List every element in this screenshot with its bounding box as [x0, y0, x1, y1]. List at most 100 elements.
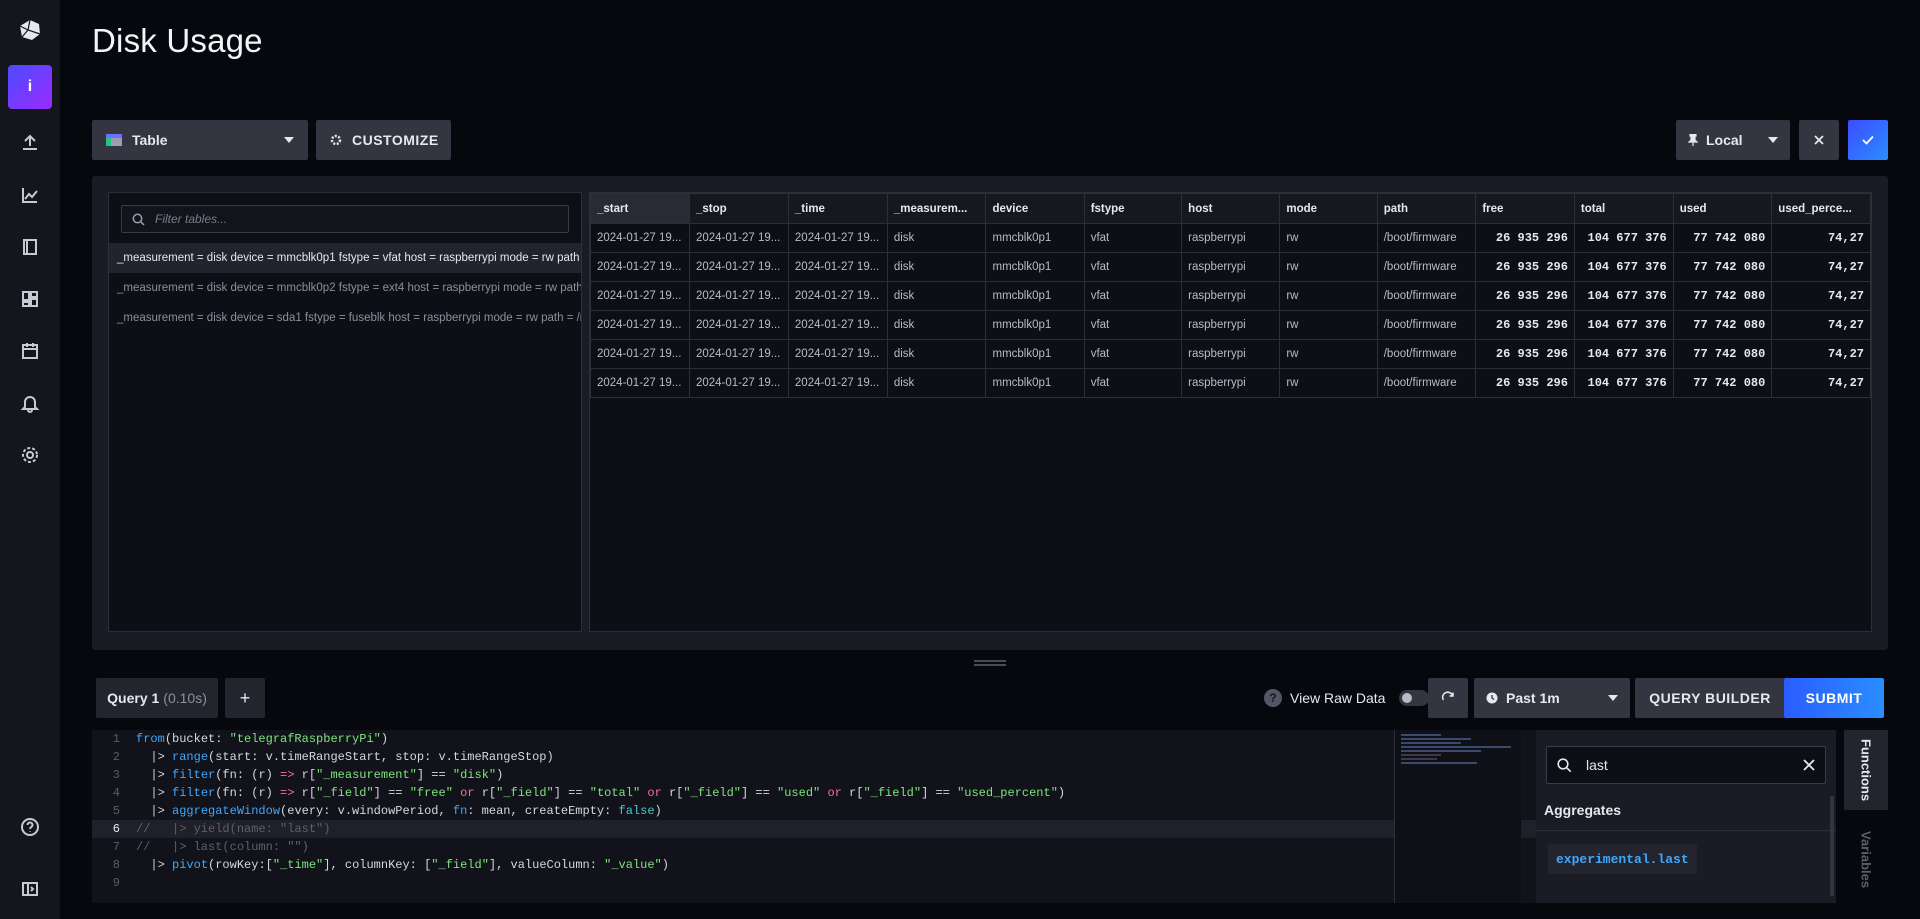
code-line[interactable]: 1 from(bucket: "telegrafRaspberryPi"): [92, 730, 1542, 748]
column-header[interactable]: total: [1573, 193, 1674, 224]
column-header[interactable]: _start: [590, 193, 690, 224]
table-cell: 74,27: [1771, 368, 1871, 398]
table-cell: 2024-01-27 19...: [688, 339, 789, 369]
code-line[interactable]: 9: [92, 874, 1542, 892]
table-cell: disk: [886, 281, 987, 311]
table-cell: vfat: [1083, 339, 1183, 369]
table-cell: disk: [886, 368, 987, 398]
code-token: r[: [841, 786, 864, 800]
code-token: ): [661, 858, 669, 872]
table-cell: 104 677 376: [1573, 223, 1674, 253]
filter-tables-input[interactable]: [153, 211, 537, 227]
profile-initial: i: [27, 78, 33, 95]
upload-icon: [20, 133, 40, 153]
refresh-button[interactable]: [1428, 678, 1468, 718]
tab-functions[interactable]: Functions: [1844, 730, 1888, 810]
column-header[interactable]: _time: [787, 193, 888, 224]
flux-editor[interactable]: 1 from(bucket: "telegrafRaspberryPi") 2 |>…: [92, 730, 1542, 903]
time-range-label: Past 1m: [1506, 690, 1560, 706]
sidebar-item-tasks[interactable]: [0, 325, 60, 377]
code-token: "used_percent": [957, 786, 1058, 800]
table-cell: vfat: [1083, 310, 1183, 340]
column-header[interactable]: fstype: [1083, 193, 1183, 224]
column-header[interactable]: used_perce...: [1771, 193, 1871, 224]
sidebar-item-data-explorer[interactable]: [0, 169, 60, 221]
code-token: (fn: (r): [215, 768, 281, 782]
query-tab-1[interactable]: Query 1 (0.10s): [96, 678, 218, 718]
code-line[interactable]: 6 // |> yield(name: "last"): [92, 820, 1542, 838]
table-cell: disk: [886, 339, 987, 369]
influx-logo-icon[interactable]: [0, 0, 60, 60]
table-cell: 74,27: [1771, 310, 1871, 340]
column-header[interactable]: device: [985, 193, 1085, 224]
function-list-scrollbar[interactable]: [1830, 796, 1834, 896]
line-number: 5: [112, 804, 120, 818]
question-mark-icon[interactable]: ?: [1264, 689, 1282, 707]
editor-minimap[interactable]: [1394, 730, 1521, 903]
submit-button[interactable]: SUBMIT: [1784, 678, 1884, 718]
sidebar-item-dashboards[interactable]: [0, 273, 60, 325]
table-cell: 77 742 080: [1672, 339, 1773, 369]
code-token: |>: [136, 750, 173, 764]
code-line[interactable]: 5 |> aggregateWindow(every: v.windowPeri…: [92, 802, 1542, 820]
code-token: or: [647, 786, 662, 800]
table-cell: 2024-01-27 19...: [688, 281, 789, 311]
code-line[interactable]: 7 // |> last(column: ""): [92, 838, 1542, 856]
resize-drag-handle[interactable]: [974, 660, 1006, 668]
column-header[interactable]: host: [1181, 193, 1281, 224]
code-line[interactable]: 2 |> range(start: v.timeRangeStart, stop…: [92, 748, 1542, 766]
filter-tables-box[interactable]: [121, 205, 569, 233]
line-number: 3: [112, 768, 120, 782]
dashboard-icon: [20, 289, 40, 309]
timezone-dropdown[interactable]: Local: [1676, 120, 1790, 160]
sidebar-item-help[interactable]: [0, 801, 60, 853]
view-raw-data-toggle[interactable]: [1399, 690, 1430, 706]
sidebar-collapse-button[interactable]: [0, 863, 60, 915]
column-header[interactable]: used: [1672, 193, 1773, 224]
page-title[interactable]: Disk Usage: [92, 22, 263, 60]
code-line[interactable]: 3 |> filter(fn: (r) => r["_measurement"]…: [92, 766, 1542, 784]
sidebar-item-alerts[interactable]: [0, 377, 60, 429]
sidebar-item-profile[interactable]: i: [8, 65, 52, 109]
sidebar-item-load-data[interactable]: [0, 117, 60, 169]
function-search-box[interactable]: [1546, 746, 1826, 784]
code-token: ], columnKey: [: [323, 858, 432, 872]
customize-button[interactable]: CUSTOMIZE: [316, 120, 451, 160]
viz-toolbar: Table CUSTOMIZE: [92, 120, 451, 160]
function-item[interactable]: experimental.last: [1548, 844, 1697, 874]
column-header[interactable]: _measurem...: [886, 193, 987, 224]
code-token: "total": [589, 786, 641, 800]
table-cell: 104 677 376: [1573, 339, 1674, 369]
table-cell: 26 935 296: [1475, 339, 1575, 369]
query-tab-time: (0.10s): [163, 690, 207, 706]
series-item[interactable]: _measurement = disk device = sda1 fstype…: [109, 303, 581, 333]
table-cell: 2024-01-27 19...: [590, 281, 690, 311]
viz-type-dropdown[interactable]: Table: [92, 120, 308, 160]
add-query-button[interactable]: +: [225, 678, 265, 718]
column-header[interactable]: path: [1376, 193, 1477, 224]
save-button[interactable]: [1848, 120, 1888, 160]
query-builder-button[interactable]: QUERY BUILDER: [1635, 678, 1785, 718]
function-search-input[interactable]: [1584, 756, 1788, 774]
clear-search-icon[interactable]: [1803, 759, 1815, 771]
table-cell: raspberrypi: [1181, 339, 1281, 369]
sidebar-item-settings[interactable]: [0, 429, 60, 481]
tab-variables[interactable]: Variables: [1844, 820, 1888, 900]
sidebar-item-notebooks[interactable]: [0, 221, 60, 273]
gear-icon: [330, 134, 342, 146]
column-header[interactable]: _stop: [688, 193, 789, 224]
series-item[interactable]: _measurement = disk device = mmcblk0p2 f…: [109, 273, 581, 303]
code-line[interactable]: 8 |> pivot(rowKey:["_time"], columnKey: …: [92, 856, 1542, 874]
column-header[interactable]: mode: [1279, 193, 1378, 224]
code-token: "used": [777, 786, 821, 800]
table-cell: 104 677 376: [1573, 281, 1674, 311]
column-header[interactable]: free: [1475, 193, 1575, 224]
time-range-dropdown[interactable]: Past 1m: [1474, 678, 1630, 718]
cancel-button[interactable]: [1799, 120, 1839, 160]
code-token: (start: v.timeRangeStart, stop: v.timeRa…: [208, 750, 554, 764]
table-cell: 77 742 080: [1672, 368, 1773, 398]
series-item[interactable]: _measurement = disk device = mmcblk0p1 f…: [109, 243, 581, 273]
code-token: "_value": [604, 858, 662, 872]
table-cell: 26 935 296: [1475, 368, 1575, 398]
code-line[interactable]: 4 |> filter(fn: (r) => r["_field"] == "f…: [92, 784, 1542, 802]
